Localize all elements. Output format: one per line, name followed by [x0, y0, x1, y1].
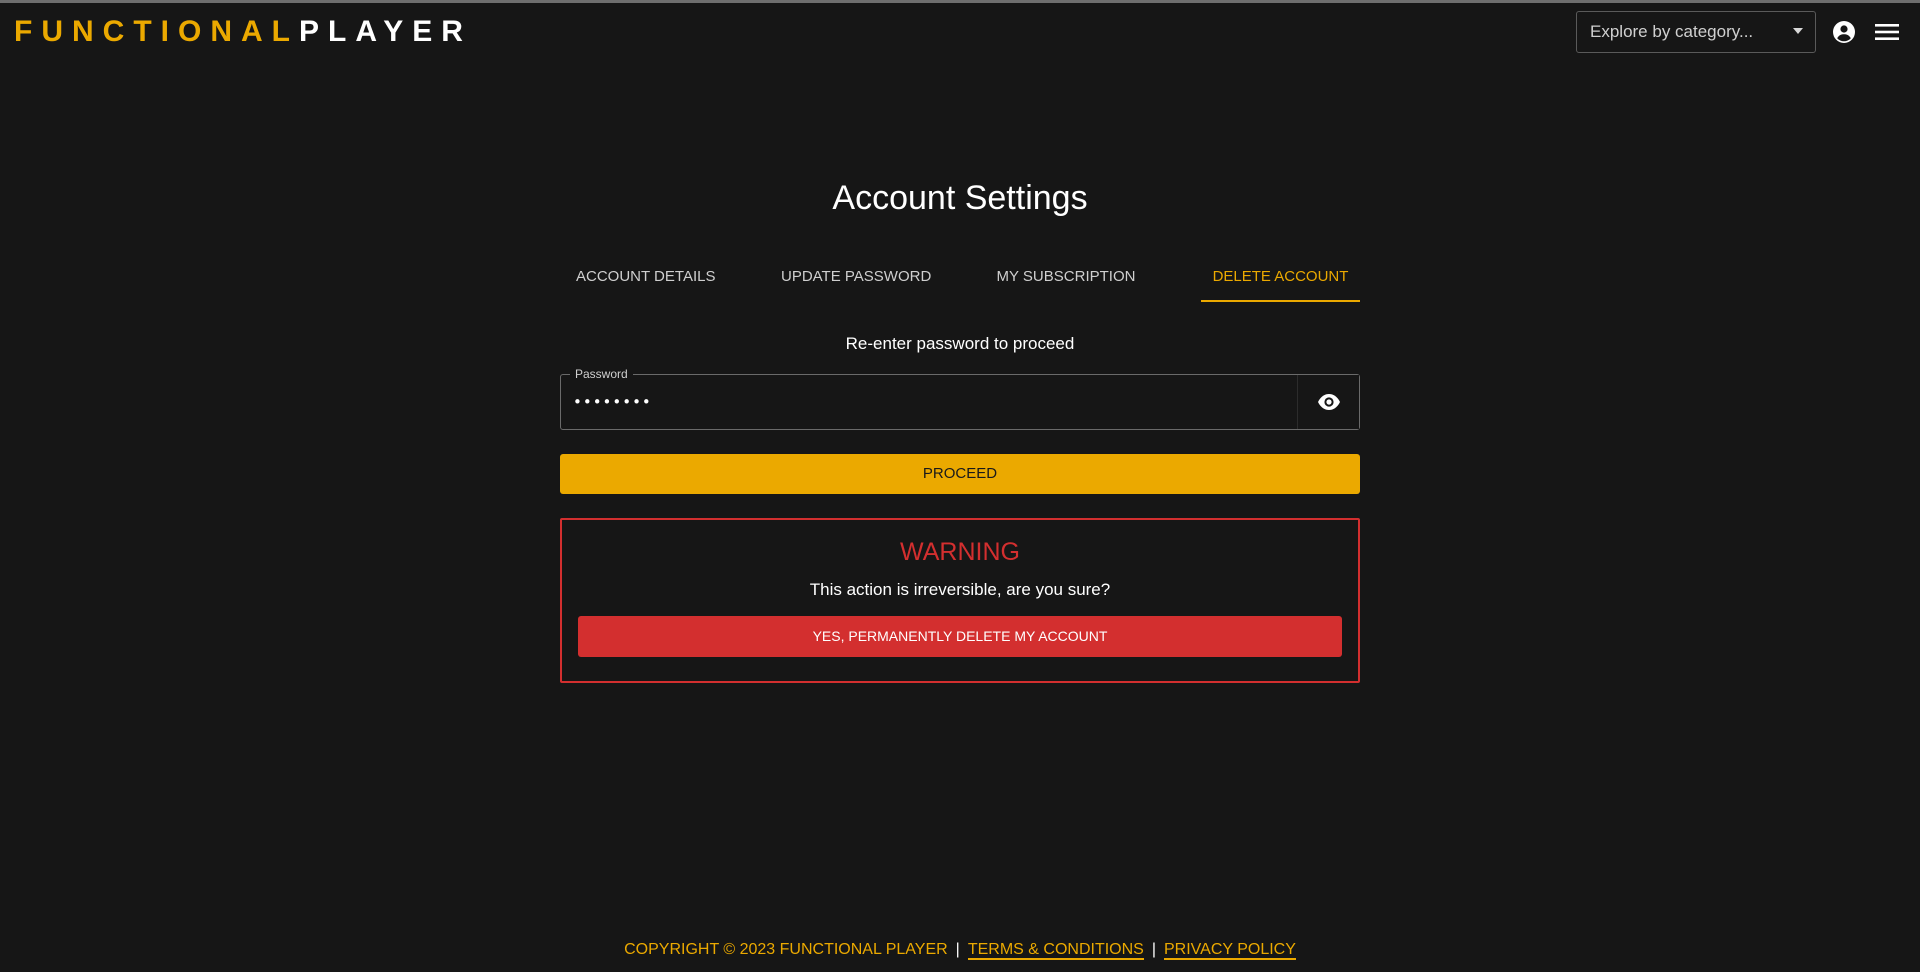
- footer-separator: |: [955, 941, 960, 958]
- tab-update-password[interactable]: UPDATE PASSWORD: [781, 255, 931, 302]
- permanently-delete-account-button[interactable]: YES, PERMANENTLY DELETE MY ACCOUNT: [578, 616, 1342, 657]
- logo[interactable]: FUNCTIONALPLAYER: [14, 15, 472, 49]
- reenter-password-prompt: Re-enter password to proceed: [845, 334, 1075, 353]
- password-visibility-toggle[interactable]: [1297, 375, 1359, 429]
- caret-down-icon: [1793, 28, 1803, 34]
- menu-button[interactable]: [1872, 17, 1902, 47]
- footer-separator: |: [1151, 941, 1156, 958]
- password-field: Password: [560, 366, 1360, 430]
- account-button[interactable]: [1829, 17, 1859, 47]
- header: FUNCTIONALPLAYER Explore by category...: [0, 3, 1920, 61]
- account-circle-icon: [1833, 21, 1855, 43]
- warning-panel: WARNING This action is irreversible, are…: [560, 518, 1360, 683]
- hamburger-menu-icon: [1875, 24, 1899, 40]
- proceed-button[interactable]: PROCEED: [560, 454, 1360, 494]
- settings-tabs: ACCOUNT DETAILS UPDATE PASSWORD MY SUBSC…: [560, 255, 1360, 302]
- logo-part-functional: FUNCTIONAL: [14, 15, 299, 48]
- logo-part-player: PLAYER: [298, 15, 472, 48]
- category-select-placeholder: Explore by category...: [1590, 22, 1754, 41]
- category-select[interactable]: Explore by category...: [1576, 11, 1816, 53]
- warning-title: WARNING: [900, 538, 1020, 566]
- footer: COPYRIGHT © 2023 FUNCTIONAL PLAYER | TERMS…: [0, 940, 1920, 960]
- eye-icon: [1317, 394, 1340, 410]
- terms-link[interactable]: TERMS & CONDITIONS: [967, 941, 1144, 960]
- warning-message: This action is irreversible, are you sur…: [809, 580, 1111, 599]
- privacy-link[interactable]: PRIVACY POLICY: [1164, 941, 1296, 960]
- password-input[interactable]: [573, 389, 1273, 415]
- copyright-text: COPYRIGHT © 2023 FUNCTIONAL PLAYER: [624, 941, 948, 958]
- password-label: Password: [570, 366, 633, 382]
- tab-my-subscription[interactable]: MY SUBSCRIPTION: [996, 255, 1136, 302]
- tab-account-details[interactable]: ACCOUNT DETAILS: [576, 255, 715, 302]
- page-title: Account Settings: [832, 179, 1088, 217]
- tab-delete-account[interactable]: DELETE ACCOUNT: [1201, 255, 1360, 302]
